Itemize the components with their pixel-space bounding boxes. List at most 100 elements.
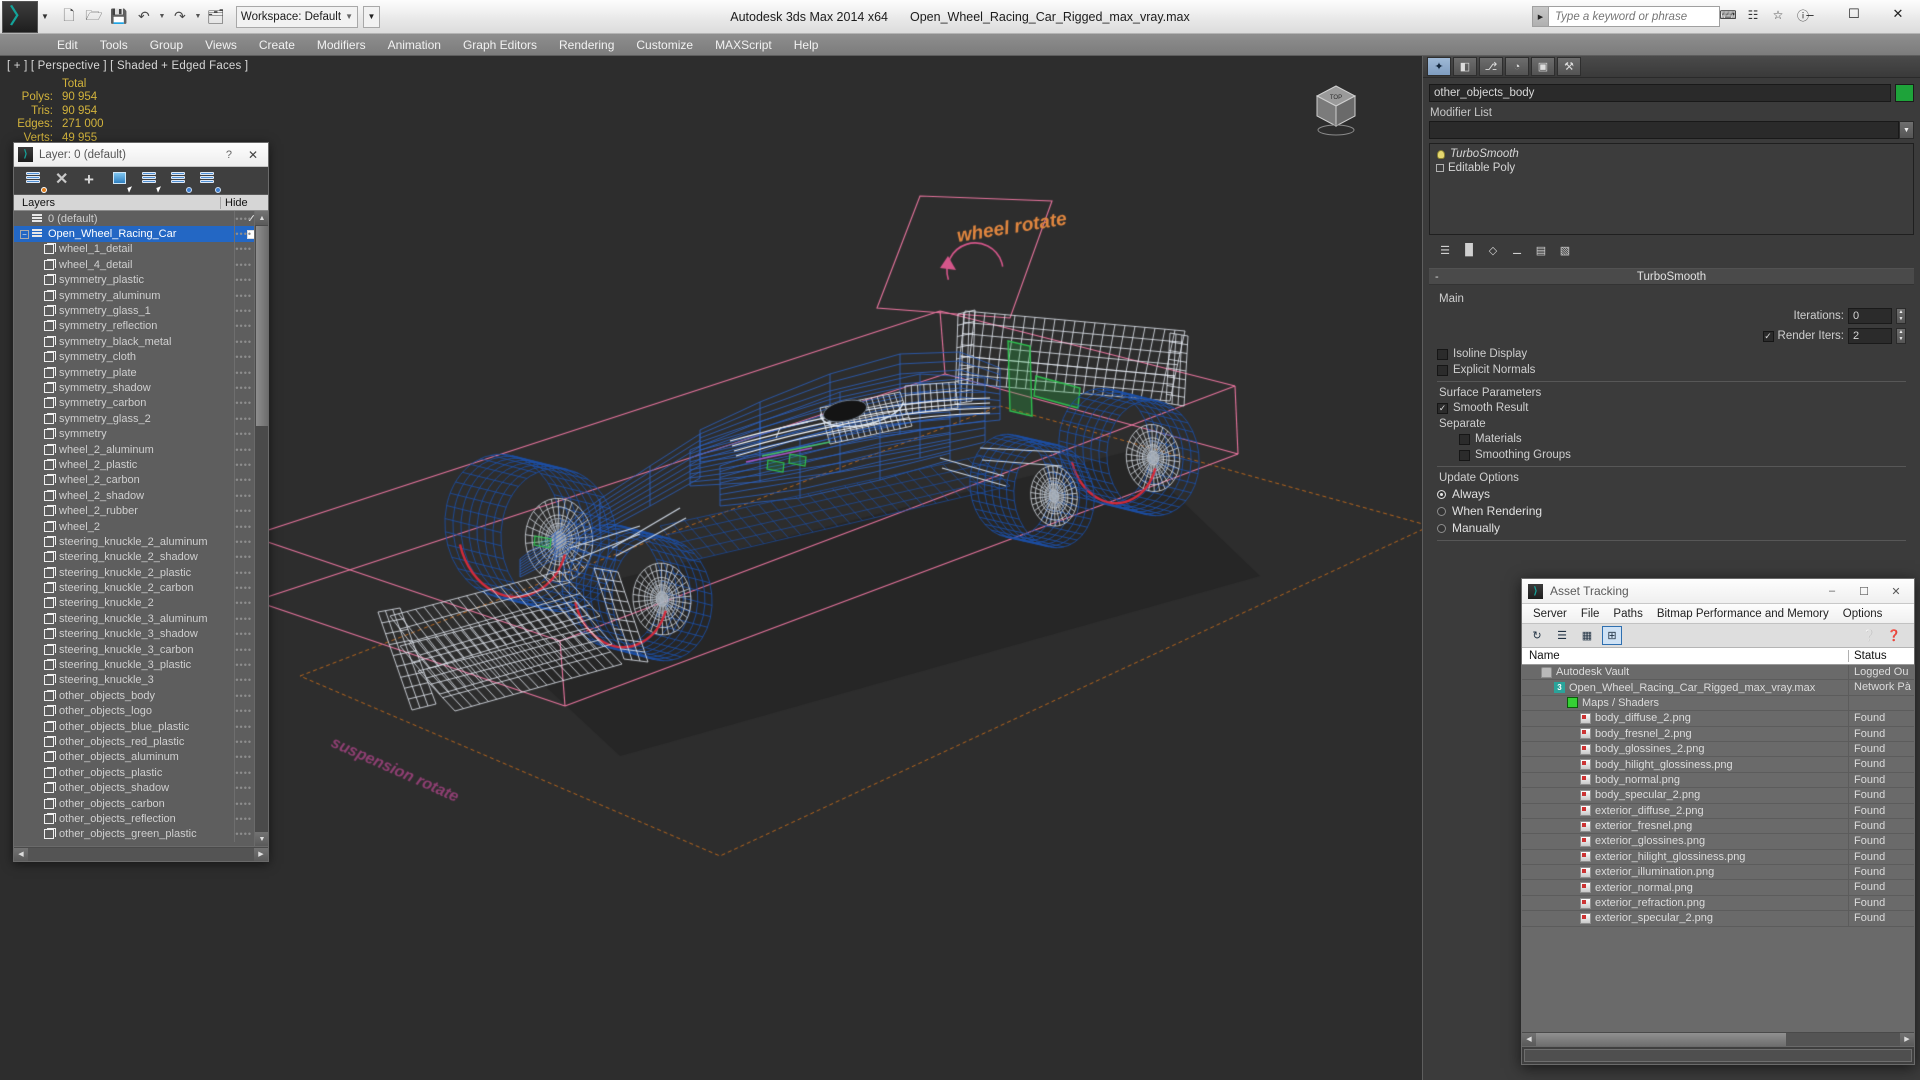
motion-tab[interactable]: ◔ (1505, 57, 1529, 76)
select-highlighted-layer-icon[interactable] (142, 171, 163, 193)
layer-list[interactable]: 0 (default) •••• ✓ − Open_Wheel_Racing_Car ••… (14, 211, 268, 846)
stack-options-icon[interactable]: ▧ (1557, 243, 1573, 258)
field-checkbox[interactable] (1437, 364, 1448, 376)
menu-item-views[interactable]: Views (194, 34, 248, 56)
asset-row[interactable]: exterior_normal.png Found (1522, 880, 1914, 896)
redo-icon[interactable]: ↷ (169, 6, 191, 28)
layer-row[interactable]: symmetry_plate •••• (14, 364, 268, 381)
layer-row[interactable]: other_objects_carbon •••• (14, 795, 268, 812)
modifier-stack[interactable]: TurboSmooth Editable Poly (1429, 143, 1914, 235)
layer-row[interactable]: symmetry_glass_2 •••• (14, 411, 268, 427)
layer-row[interactable]: other_objects_logo •••• (14, 703, 268, 719)
hscroll-left-icon[interactable]: ◀ (14, 847, 28, 861)
radio-row[interactable]: When Rendering (1437, 504, 1906, 518)
asset-menu-item-server[interactable]: Server (1526, 604, 1574, 624)
viewport-label[interactable]: [ + ] [ Perspective ] [ Shaded + Edged F… (7, 60, 248, 72)
asset-row[interactable]: body_hilight_glossiness.png Found (1522, 757, 1914, 773)
asset-row[interactable]: body_fresnel_2.png Found (1522, 726, 1914, 742)
layer-row[interactable]: wheel_2_plastic •••• (14, 457, 268, 473)
layer-row[interactable]: wheel_2_carbon •••• (14, 472, 268, 489)
checkbox-row[interactable]: Smoothing Groups (1437, 449, 1906, 461)
keyboard-shortcut-icon[interactable]: ⌨ (1717, 5, 1739, 25)
turbosmooth-rollup-header[interactable]: - TurboSmooth (1429, 269, 1914, 285)
asset-row[interactable]: body_normal.png Found (1522, 772, 1914, 789)
checkbox-row[interactable]: Explicit Normals (1437, 364, 1906, 376)
layer-row[interactable]: steering_knuckle_2_shadow •••• (14, 549, 268, 565)
modifier-list-dropdown[interactable] (1429, 121, 1899, 139)
radio-row[interactable]: Manually (1437, 521, 1906, 535)
stack-expand-icon[interactable] (1436, 164, 1444, 172)
workspace-dropdown-button[interactable]: ▼ (362, 5, 380, 28)
display-tab[interactable]: ▣ (1531, 57, 1555, 76)
modify-tab[interactable]: ◧ (1453, 57, 1477, 76)
field-value[interactable]: 0 (1848, 308, 1892, 324)
asset-hscroll-thumb[interactable] (1536, 1032, 1786, 1046)
layer-row[interactable]: symmetry_shadow •••• (14, 380, 268, 396)
layer-row[interactable]: symmetry_aluminum •••• (14, 287, 268, 304)
layer-row[interactable]: steering_knuckle_3_carbon •••• (14, 641, 268, 658)
asset-maximize-button[interactable]: ☐ (1848, 579, 1880, 603)
menu-item-tools[interactable]: Tools (89, 34, 139, 56)
layer-row[interactable]: steering_knuckle_2 •••• (14, 595, 268, 612)
redo-dropdown-icon[interactable]: ▼ (194, 13, 202, 20)
highlight-selected-objects-icon[interactable] (171, 171, 192, 193)
utilities-tab[interactable]: ⚒ (1557, 57, 1581, 76)
new-layer-icon[interactable] (26, 171, 47, 193)
layer-row[interactable]: wheel_1_detail •••• (14, 241, 268, 258)
asset-minimize-button[interactable]: – (1816, 579, 1848, 603)
asset-close-button[interactable]: ✕ (1880, 579, 1912, 603)
asset-row[interactable]: exterior_specular_2.png Found (1522, 911, 1914, 927)
detail-view-icon[interactable]: ▦ (1577, 626, 1597, 645)
layer-properties-icon[interactable] (200, 171, 221, 193)
scroll-up-icon[interactable]: ▲ (255, 211, 268, 225)
app-menu-chevron-icon[interactable]: ▼ (41, 12, 49, 21)
layer-dialog-close-icon[interactable]: ✕ (242, 148, 264, 162)
asset-hscroll-track[interactable] (1786, 1032, 1900, 1046)
asset-row[interactable]: exterior_fresnel.png Found (1522, 818, 1914, 835)
new-file-icon[interactable]: 🗋 (58, 6, 80, 28)
menu-item-rendering[interactable]: Rendering (548, 34, 625, 56)
add-help-icon[interactable]: ❔ (1859, 626, 1879, 645)
menu-item-help[interactable]: Help (783, 34, 830, 56)
layer-row[interactable]: other_objects_reflection •••• (14, 811, 268, 827)
open-file-icon[interactable]: 🗁 (83, 6, 105, 28)
scroll-thumb[interactable] (256, 226, 268, 426)
field-checkbox[interactable]: ✓ (1437, 402, 1448, 414)
layer-list-hscrollbar[interactable]: ◀ ▶ (14, 846, 268, 861)
layer-dialog-titlebar[interactable]: ⟩ Layer: 0 (default) ? ✕ (14, 143, 268, 167)
layer-row[interactable]: wheel_2_aluminum •••• (14, 441, 268, 458)
layer-row[interactable]: symmetry_carbon •••• (14, 395, 268, 412)
search-input[interactable] (1549, 7, 1719, 26)
asset-hscrollbar[interactable]: ◀ ▶ (1522, 1031, 1914, 1046)
layer-list-scrollbar[interactable]: ▲ ▼ (254, 211, 268, 846)
asset-row[interactable]: exterior_illumination.png Found (1522, 865, 1914, 881)
asset-hscroll-left-icon[interactable]: ◀ (1522, 1032, 1536, 1046)
asset-row[interactable]: exterior_refraction.png Found (1522, 895, 1914, 912)
modifier-stack-row[interactable]: Editable Poly (1430, 161, 1913, 175)
layer-row[interactable]: steering_knuckle_2_plastic •••• (14, 564, 268, 581)
layer-row[interactable]: other_objects_red_plastic •••• (14, 734, 268, 750)
menu-item-create[interactable]: Create (248, 34, 306, 56)
hierarchy-tab[interactable]: ⎇ (1479, 57, 1503, 76)
layer-row[interactable]: 0 (default) •••• ✓ (14, 211, 268, 227)
save-file-icon[interactable]: 💾 (108, 6, 130, 28)
field-checkbox[interactable] (1459, 433, 1470, 445)
asset-menu-item-bitmap-performance-and-memory[interactable]: Bitmap Performance and Memory (1650, 604, 1836, 624)
field-value[interactable]: 2 (1848, 328, 1892, 344)
layer-row[interactable]: wheel_4_detail •••• (14, 257, 268, 273)
layer-row[interactable]: other_objects_blue_plastic •••• (14, 718, 268, 735)
layer-row[interactable]: symmetry_plastic •••• (14, 272, 268, 288)
layer-row[interactable]: other_objects_aluminum •••• (14, 749, 268, 766)
menu-item-customize[interactable]: Customize (625, 34, 704, 56)
layer-row[interactable]: other_objects_shadow •••• (14, 780, 268, 796)
checkbox-row[interactable]: Isoline Display (1437, 348, 1906, 360)
radio-icon[interactable] (1437, 523, 1446, 533)
make-unique-icon[interactable]: ◇ (1485, 243, 1501, 258)
layer-row[interactable]: symmetry_black_metal •••• (14, 334, 268, 350)
asset-tracking-titlebar[interactable]: ⟩ Asset Tracking – ☐ ✕ (1522, 579, 1914, 604)
layer-row[interactable]: wheel_2 •••• (14, 518, 268, 535)
asset-row[interactable]: exterior_glossines.png Found (1522, 834, 1914, 850)
radio-row[interactable]: Always (1437, 487, 1906, 501)
app-logo-button[interactable]: 〉 (2, 0, 38, 33)
layer-row[interactable]: symmetry_glass_1 •••• (14, 303, 268, 319)
